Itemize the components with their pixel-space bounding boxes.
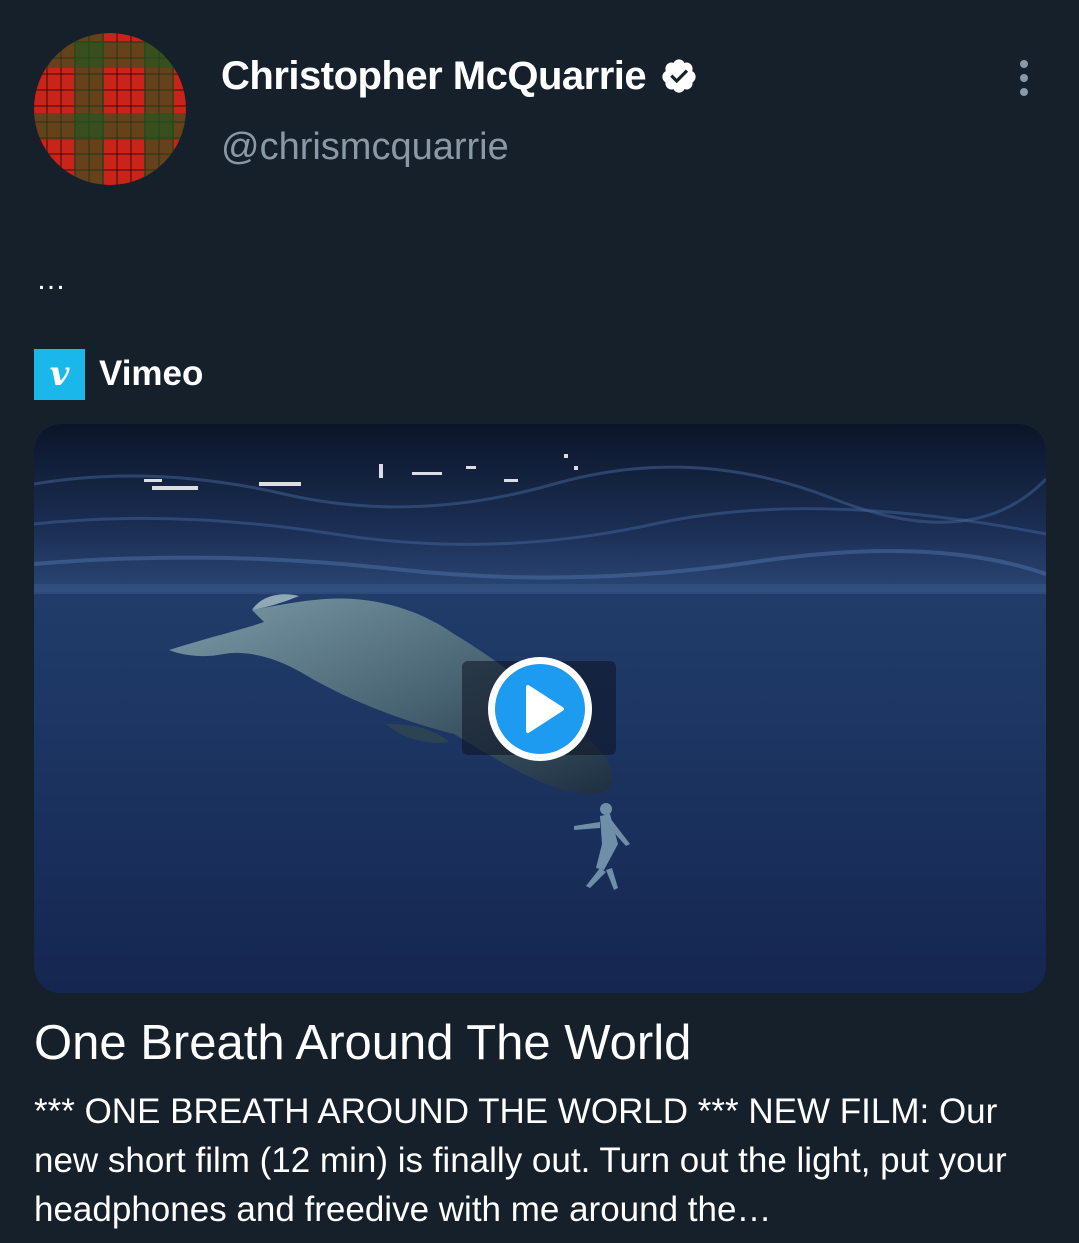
- card-provider-name: Vimeo: [99, 354, 204, 393]
- vimeo-logo-icon: v: [34, 348, 85, 400]
- author-name[interactable]: Christopher McQuarrie: [221, 52, 698, 100]
- card-title[interactable]: One Breath Around The World: [34, 1014, 691, 1072]
- video-thumbnail[interactable]: [34, 424, 1046, 993]
- avatar[interactable]: [34, 33, 186, 185]
- card-provider[interactable]: v Vimeo: [34, 348, 203, 400]
- verified-badge-icon: [662, 59, 696, 93]
- more-vertical-icon[interactable]: [1012, 58, 1036, 98]
- truncated-tweet-text[interactable]: …: [36, 262, 69, 298]
- play-icon[interactable]: [484, 653, 596, 765]
- author-handle[interactable]: @chrismcquarrie: [221, 124, 509, 170]
- card-description[interactable]: *** ONE BREATH AROUND THE WORLD *** NEW …: [34, 1087, 1034, 1234]
- author-display-name: Christopher McQuarrie: [221, 54, 647, 98]
